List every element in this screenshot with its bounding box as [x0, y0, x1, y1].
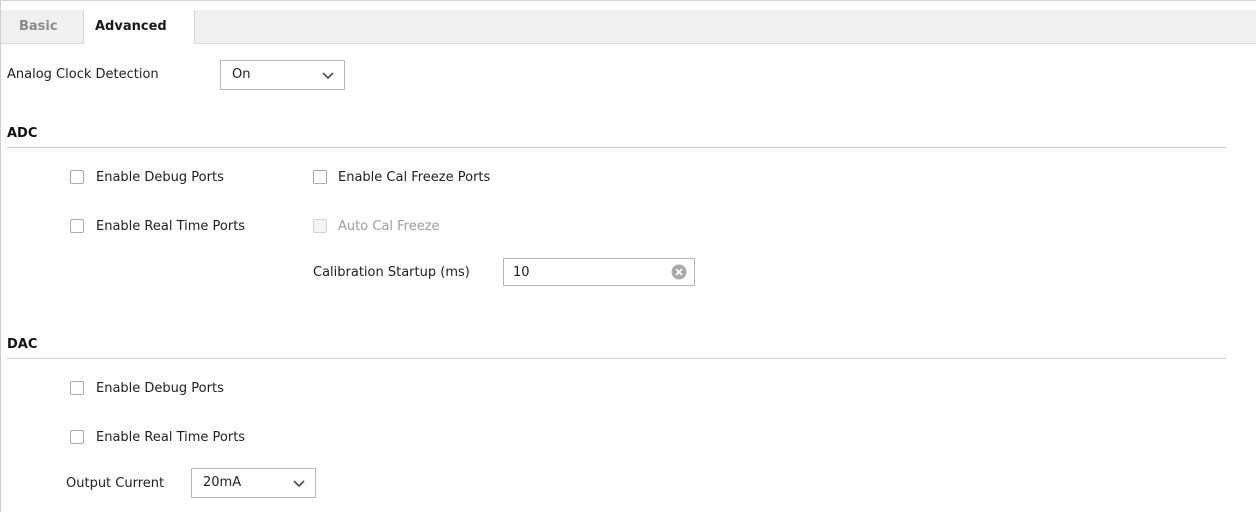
advanced-settings-panel: Basic Advanced Analog Clock Detection On… — [0, 0, 1256, 512]
adc-section-title: ADC — [7, 126, 38, 141]
calibration-startup-field[interactable] — [503, 258, 695, 286]
calibration-startup-input[interactable] — [513, 263, 663, 281]
adc-divider — [7, 147, 1226, 148]
tab-advanced[interactable]: Advanced — [83, 10, 195, 44]
adc-enable-real-time-ports-checkbox[interactable] — [70, 219, 84, 233]
adc-enable-debug-ports-checkbox[interactable] — [70, 170, 84, 184]
output-current-label: Output Current — [66, 476, 165, 491]
calibration-startup-label: Calibration Startup (ms) — [313, 265, 470, 280]
adc-enable-cal-freeze-ports-checkbox[interactable] — [313, 170, 327, 184]
analog-clock-detection-label: Analog Clock Detection — [7, 67, 159, 82]
analog-clock-detection-select[interactable]: On — [220, 60, 345, 90]
dac-section-title: DAC — [7, 337, 38, 352]
dac-enable-real-time-ports-label[interactable]: Enable Real Time Ports — [96, 430, 245, 445]
output-current-select[interactable]: 20mA — [191, 468, 316, 498]
dac-divider — [7, 358, 1226, 359]
tab-basic[interactable]: Basic — [7, 10, 82, 43]
chevron-down-icon — [293, 480, 305, 488]
clear-icon[interactable] — [671, 264, 687, 280]
tab-bar: Basic Advanced — [1, 10, 1256, 44]
dac-enable-debug-ports-label[interactable]: Enable Debug Ports — [96, 381, 224, 396]
chevron-down-icon — [322, 72, 334, 80]
analog-clock-detection-value: On — [232, 67, 251, 82]
adc-enable-cal-freeze-ports-label[interactable]: Enable Cal Freeze Ports — [338, 170, 490, 185]
adc-enable-real-time-ports-label[interactable]: Enable Real Time Ports — [96, 219, 245, 234]
adc-enable-debug-ports-label[interactable]: Enable Debug Ports — [96, 170, 224, 185]
adc-auto-cal-freeze-checkbox — [313, 219, 327, 233]
adc-auto-cal-freeze-label: Auto Cal Freeze — [338, 219, 440, 234]
dac-enable-real-time-ports-checkbox[interactable] — [70, 430, 84, 444]
output-current-value: 20mA — [203, 475, 242, 490]
dac-enable-debug-ports-checkbox[interactable] — [70, 381, 84, 395]
